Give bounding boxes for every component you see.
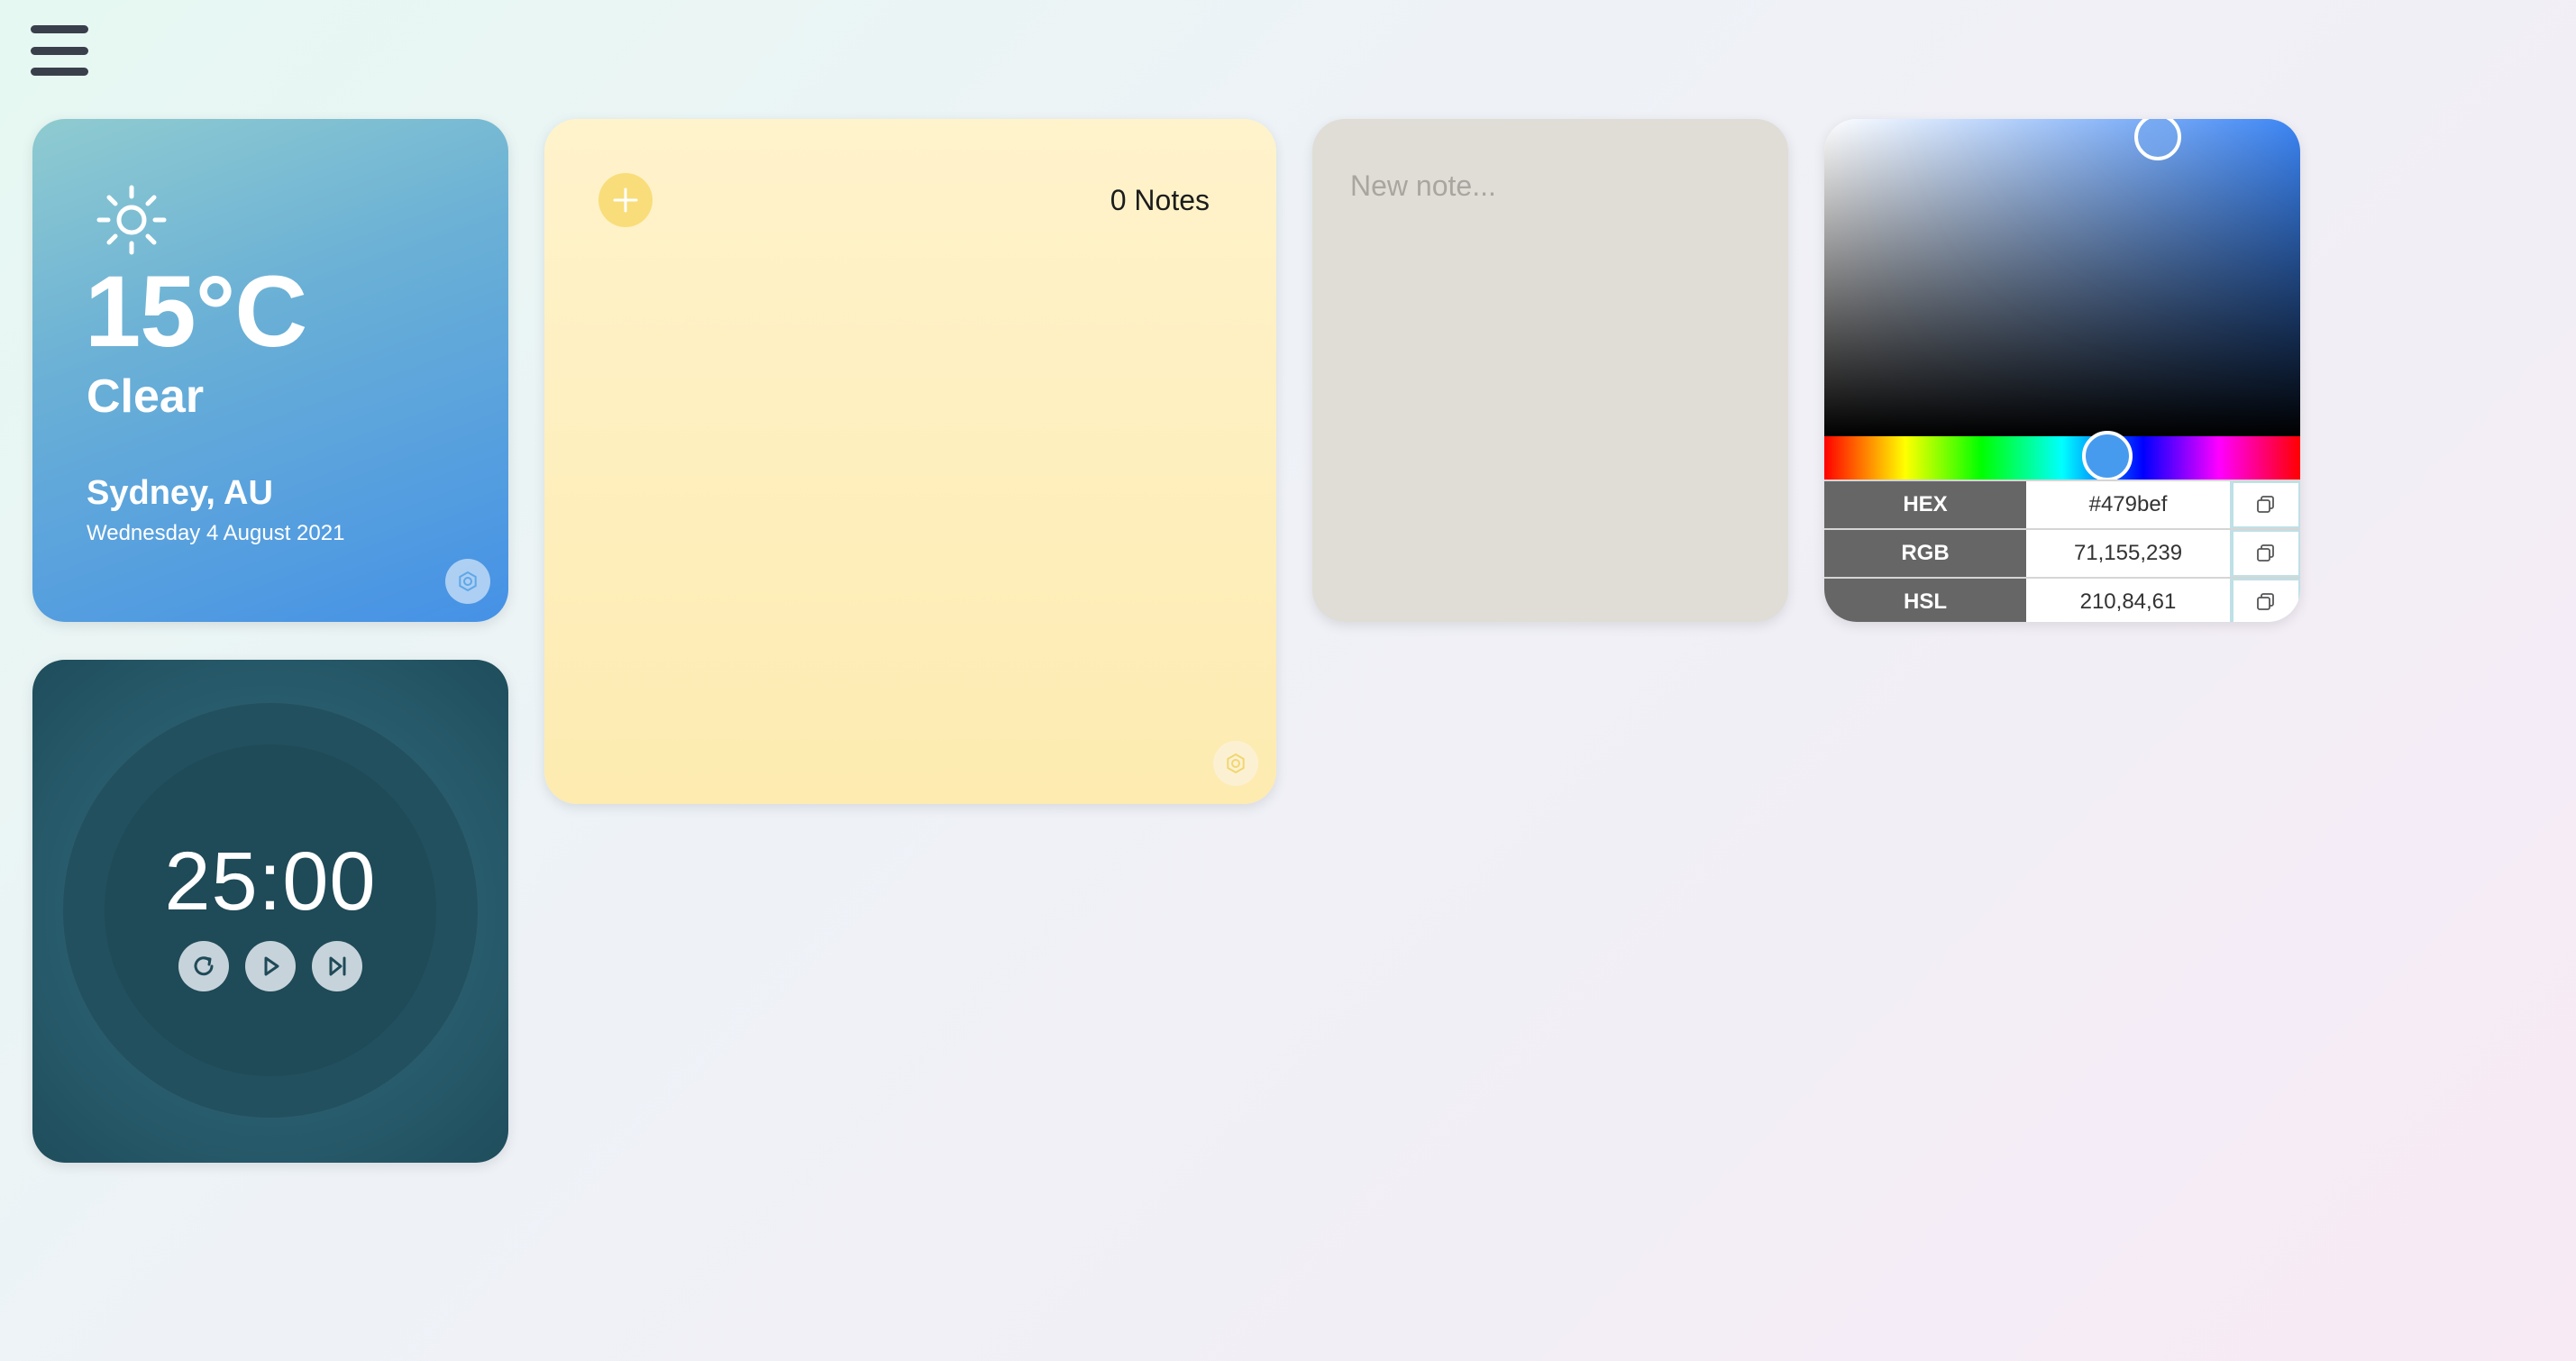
play-button[interactable]	[245, 941, 296, 991]
color-value: 71,155,239	[2026, 530, 2232, 577]
settings-icon	[1227, 753, 1245, 774]
color-row-rgb: RGB 71,155,239	[1824, 528, 2300, 577]
menu-button[interactable]	[31, 25, 88, 76]
play-icon	[264, 956, 279, 976]
color-picker-widget: HEX #479bef RGB 71,155,239 HSL 210,84,61	[1824, 119, 2300, 622]
plus-icon	[613, 187, 638, 213]
copy-icon	[2257, 593, 2274, 610]
copy-rgb-button[interactable]	[2232, 530, 2300, 577]
weather-date: Wednesday 4 August 2021	[87, 521, 345, 545]
reset-button[interactable]	[178, 941, 229, 991]
color-value: #479bef	[2026, 481, 2232, 528]
color-format-label: HSL	[1824, 579, 2026, 622]
new-note-widget	[1312, 119, 1788, 622]
add-note-button[interactable]	[598, 173, 653, 227]
hamburger-menu-icon	[31, 25, 88, 33]
reset-icon	[194, 956, 214, 976]
settings-icon	[459, 571, 477, 592]
weather-condition: Clear	[87, 370, 205, 423]
copy-icon	[2257, 496, 2274, 513]
skip-button[interactable]	[312, 941, 362, 991]
notes-widget: 0 Notes	[544, 119, 1276, 804]
notes-count: 0 Notes	[1110, 184, 1210, 216]
skip-icon	[329, 956, 346, 976]
temperature: 15°C	[85, 255, 307, 368]
weather-location: Sydney, AU	[87, 474, 273, 512]
pomodoro-timer-widget: 25:00	[32, 660, 508, 1163]
hue-slider[interactable]	[1824, 436, 2300, 480]
weather-settings-button[interactable]	[445, 559, 490, 604]
color-row-hsl: HSL 210,84,61	[1824, 577, 2300, 622]
timer-controls	[178, 941, 362, 991]
color-row-hex: HEX #479bef	[1824, 480, 2300, 528]
copy-hex-button[interactable]	[2232, 481, 2300, 528]
color-format-label: RGB	[1824, 530, 2026, 577]
copy-hsl-button[interactable]	[2232, 579, 2300, 622]
new-note-input[interactable]	[1350, 168, 1747, 206]
sun-icon	[96, 185, 167, 255]
copy-icon	[2257, 544, 2274, 562]
notes-settings-button[interactable]	[1213, 741, 1258, 786]
saturation-value-area[interactable]	[1824, 119, 2300, 436]
weather-widget: 15°C Clear Sydney, AU Wednesday 4 August…	[32, 119, 508, 622]
timer-display: 25:00	[164, 836, 377, 927]
color-format-label: HEX	[1824, 481, 2026, 528]
color-value: 210,84,61	[2026, 579, 2232, 622]
hue-slider-handle[interactable]	[2082, 431, 2133, 481]
